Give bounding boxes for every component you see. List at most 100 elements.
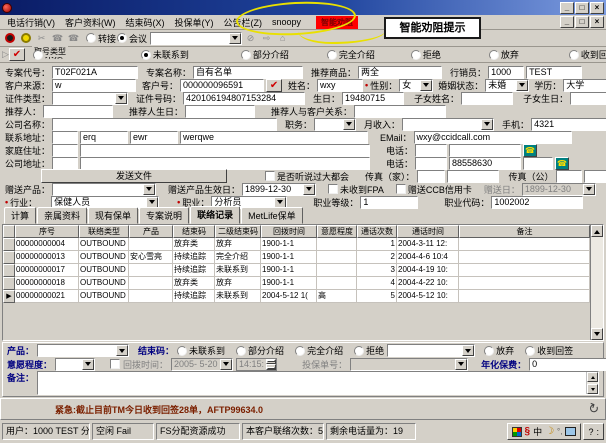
product-field[interactable]: 两全: [358, 66, 442, 79]
col-end-code[interactable]: 结束码: [173, 225, 215, 238]
company-phone-dial-icon[interactable]: ☎: [555, 157, 569, 170]
contact-addr2-field[interactable]: erq: [80, 131, 128, 144]
menu-telemarketing[interactable]: 电话行销(V): [2, 15, 60, 30]
child-restore-button[interactable]: □: [575, 16, 589, 28]
dial-radio-partial[interactable]: [241, 50, 251, 60]
col-call-time[interactable]: 通话时间: [397, 225, 459, 238]
project-code-field[interactable]: T02F021A: [52, 66, 138, 79]
pickup-phone-icon[interactable]: ☎: [66, 31, 81, 45]
company-field[interactable]: [52, 118, 277, 131]
contact-addr1-field[interactable]: [52, 131, 78, 144]
company-addr1-field[interactable]: [52, 157, 78, 170]
mobile-field[interactable]: 4321: [531, 118, 606, 131]
table-row[interactable]: 00000000017 OUTBOUND 持续追踪 未联系到 1900-1-1 …: [3, 264, 590, 277]
bp-product-select[interactable]: [37, 344, 129, 357]
tray-grip-icon[interactable]: :: [596, 427, 599, 437]
tab-project-desc[interactable]: 专案说明: [139, 207, 189, 224]
child-name-field[interactable]: [461, 92, 513, 105]
gift-date-select[interactable]: 1899-12-30: [242, 183, 316, 196]
endcode-radio-giveup[interactable]: [484, 346, 494, 356]
tab-contact-record[interactable]: 联络记录: [190, 206, 240, 224]
birthday-field[interactable]: 19480715: [342, 92, 404, 105]
forward-icon[interactable]: ⇨: [259, 31, 274, 45]
endcode-radio-full[interactable]: [295, 346, 305, 356]
dial-radio-full[interactable]: [327, 50, 337, 60]
cut-icon[interactable]: ✂: [34, 31, 49, 45]
fax-office1-field[interactable]: [556, 170, 582, 183]
home-addr1-field[interactable]: [52, 144, 78, 157]
block-icon[interactable]: ⊘: [243, 31, 258, 45]
table-row[interactable]: 00000000018 OUTBOUND 放弃类 放弃 1900-1-1 4 2…: [3, 277, 590, 290]
referrer-field[interactable]: [43, 105, 113, 118]
dial-radio-signed[interactable]: [569, 50, 579, 60]
source-field[interactable]: w: [52, 79, 136, 92]
job-select[interactable]: [314, 118, 356, 131]
fax-office2-field[interactable]: [584, 170, 606, 183]
agent-name-field[interactable]: TEST: [526, 66, 582, 79]
restore-button[interactable]: □: [575, 2, 589, 14]
dial-play-icon[interactable]: ▷: [2, 48, 9, 62]
name-field[interactable]: wxy: [317, 79, 363, 92]
ime-pen-icon[interactable]: §: [525, 426, 531, 437]
dial-radio-giveup[interactable]: [489, 50, 499, 60]
col-call-count[interactable]: 通话次数: [357, 225, 397, 238]
income-select[interactable]: [402, 118, 494, 131]
endcode-radio-signed[interactable]: [525, 346, 535, 356]
col-willingness[interactable]: 意愿程度: [317, 225, 357, 238]
gender-select[interactable]: 女: [399, 79, 433, 92]
tab-calc[interactable]: 计算: [4, 207, 36, 224]
company-addr2-field[interactable]: [80, 157, 370, 170]
menu-bulletin[interactable]: 公告栏(Z): [219, 15, 268, 30]
willing-select[interactable]: [55, 358, 95, 371]
home-addr2-field[interactable]: [80, 144, 370, 157]
ime-mode-indicator[interactable]: 中: [533, 425, 542, 438]
company-phone3-field[interactable]: [523, 157, 553, 170]
contact-addr3-field[interactable]: ewr: [130, 131, 178, 144]
home-icon[interactable]: ⌂: [275, 31, 290, 45]
minimize-button[interactable]: _: [560, 2, 574, 14]
col-remark[interactable]: 备注: [459, 225, 590, 238]
id-type-select[interactable]: [52, 92, 128, 105]
line-off-icon[interactable]: [18, 31, 33, 45]
dial-radio-notreached[interactable]: [141, 50, 151, 60]
dial-radio-reject[interactable]: [411, 50, 421, 60]
education-select[interactable]: 大学: [563, 79, 606, 92]
email-field[interactable]: wxy@ccidcall.com: [414, 131, 572, 144]
callback-checkbox[interactable]: [110, 359, 120, 369]
referrer-birth-field[interactable]: [185, 105, 255, 118]
dial-radio-notdialed[interactable]: [33, 50, 43, 60]
endcode-radio-notreached[interactable]: [177, 346, 187, 356]
halfwidth-icon[interactable]: ☽: [545, 426, 554, 437]
fpa-checkbox[interactable]: [328, 184, 338, 194]
tab-existing-policy[interactable]: 现有保单: [88, 207, 138, 224]
reject-reason-select[interactable]: [387, 344, 475, 357]
premium-field[interactable]: 0: [529, 358, 606, 371]
endcode-radio-reject[interactable]: [354, 346, 364, 356]
close-button[interactable]: ×: [590, 2, 604, 14]
id-no-field[interactable]: 420106194807153284: [183, 92, 305, 105]
table-row-selected[interactable]: ▶ 00000000021 OUTBOUND 持续追踪 未联系到 2004-5-…: [3, 290, 590, 303]
menu-policy[interactable]: 投保单(Y): [170, 15, 219, 30]
endcode-radio-partial[interactable]: [236, 346, 246, 356]
col-sub-end-code[interactable]: 二级结束码: [215, 225, 261, 238]
customer-no-field[interactable]: 000000096591: [180, 79, 264, 92]
col-product[interactable]: 产品: [129, 225, 173, 238]
child-close-button[interactable]: ×: [590, 16, 604, 28]
help-icon[interactable]: ?: [588, 427, 593, 437]
customer-check-button[interactable]: ✔: [266, 79, 282, 92]
home-phone-dial-icon[interactable]: ☎: [523, 144, 537, 157]
home-phone2-field[interactable]: [449, 144, 521, 157]
dropdown-arrow-icon[interactable]: [229, 33, 241, 44]
referrer-rel-field[interactable]: [354, 105, 446, 118]
tab-relatives[interactable]: 亲属资料: [37, 207, 87, 224]
line-on-icon[interactable]: [2, 31, 17, 45]
project-name-field[interactable]: 自有名单: [193, 66, 303, 79]
occupation-code-field[interactable]: 1002002: [491, 196, 583, 209]
child-birth-field[interactable]: [570, 92, 606, 105]
ime-logo-icon[interactable]: [512, 427, 522, 437]
home-phone1-field[interactable]: [415, 144, 447, 157]
fax-home1-field[interactable]: [417, 170, 445, 183]
ccb-checkbox[interactable]: [396, 184, 406, 194]
tab-metlife-policy[interactable]: MetLife保单: [241, 207, 303, 224]
remark-scroll-up-icon[interactable]: [587, 372, 598, 382]
